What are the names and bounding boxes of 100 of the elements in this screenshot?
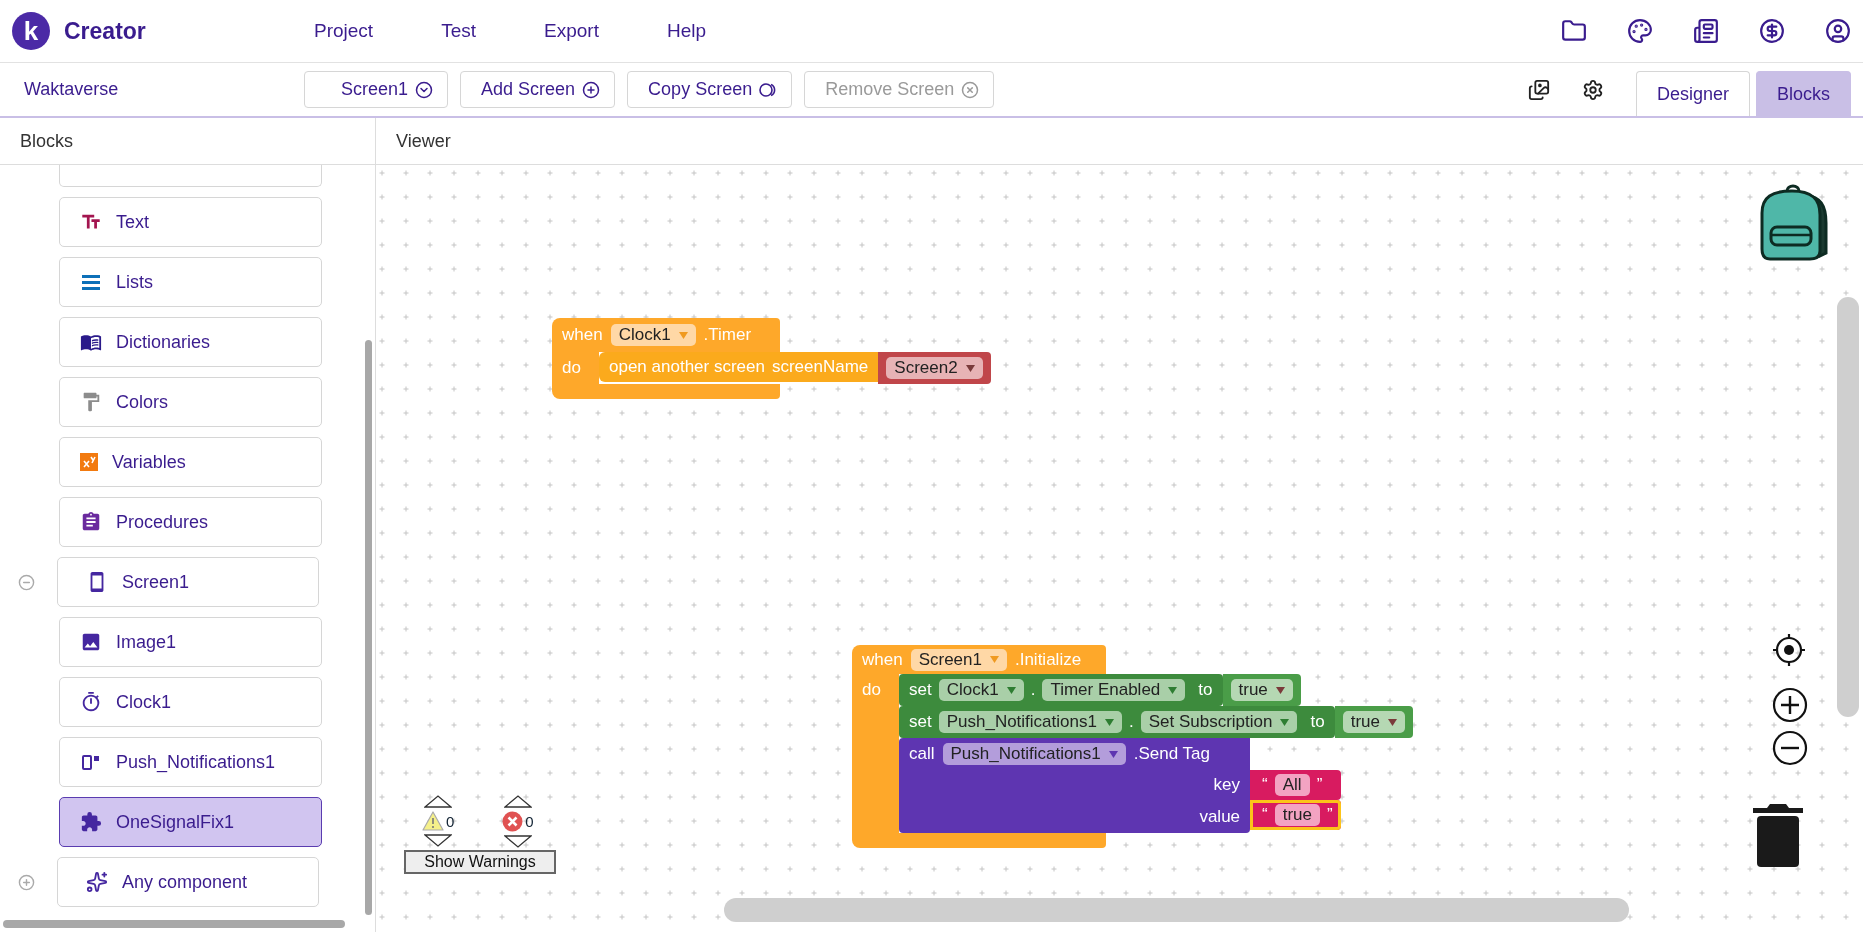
menu-item[interactable]: Help (666, 20, 706, 42)
plus-icon (582, 80, 601, 99)
event-block[interactable]: when Screen1 .Initialize (852, 645, 1106, 674)
chevron-down-icon (415, 80, 434, 99)
text-field[interactable]: true (1274, 804, 1320, 826)
scrollbar[interactable] (724, 898, 1629, 922)
method-block[interactable]: call Push_Notifications1 .Send Tag key value (899, 738, 1251, 833)
trash-icon[interactable] (1752, 802, 1804, 868)
scrollbar[interactable] (3, 920, 345, 928)
palette-item[interactable]: Image1 (59, 617, 322, 667)
caret-icon (1387, 718, 1397, 726)
palette-item[interactable]: Colors (59, 377, 322, 427)
socket-label: value (1199, 806, 1241, 827)
project-name: Waktaverse (24, 79, 120, 100)
up-arrow-icon[interactable] (424, 795, 453, 808)
palette-item[interactable]: Text (59, 197, 322, 247)
block-label: .Send Tag (1133, 744, 1212, 764)
caret-icon (1168, 686, 1178, 694)
block-label: set (909, 712, 932, 732)
clipboard-icon (80, 511, 102, 533)
image-icon (80, 631, 102, 653)
dropdown-field[interactable]: Push_Notifications1 (938, 711, 1122, 733)
caret-icon (965, 364, 975, 372)
toolbar-button[interactable]: Add Screen (460, 71, 616, 108)
block-label: call (909, 744, 935, 764)
view-tab[interactable]: Blocks (1756, 71, 1851, 116)
boolean-block[interactable]: true (1334, 706, 1413, 738)
scrollbar[interactable] (1837, 297, 1859, 717)
setter-block[interactable]: set Push_Notifications1 . Set Subscription to (899, 706, 1335, 738)
down-arrow-icon[interactable] (424, 834, 453, 847)
puzzle-icon (80, 811, 102, 833)
recenter-icon[interactable] (1771, 632, 1807, 668)
palette-item[interactable]: Push_Notifications1 (59, 737, 322, 787)
view-tab[interactable]: Designer (1635, 71, 1750, 116)
quote-mark: “ (1262, 805, 1268, 825)
string-block[interactable]: “ true ” (1250, 800, 1341, 830)
panel-title: Blocks (20, 130, 73, 152)
setter-block[interactable]: set Clock1 . Timer Enabled to (899, 674, 1223, 706)
newspaper-icon[interactable] (1693, 18, 1719, 44)
caret-icon (1280, 718, 1290, 726)
quote-mark: ” (1327, 805, 1333, 825)
menu-item[interactable]: Test (441, 20, 476, 42)
error-count: 0 (525, 813, 534, 830)
zoom-out-icon[interactable] (1772, 730, 1808, 766)
caret-icon (678, 331, 688, 339)
palette-item[interactable]: Clock1 (59, 677, 322, 727)
block-label: . (1030, 680, 1036, 700)
down-arrow-icon[interactable] (504, 835, 532, 848)
dropdown-field[interactable]: true (1230, 679, 1293, 701)
block-label: .Timer (703, 325, 752, 345)
screen-name-block[interactable]: Screen2 (878, 352, 991, 384)
block-label: to (1198, 680, 1213, 700)
toolbar-button[interactable]: Copy Screen (627, 71, 793, 108)
dropdown-field[interactable]: Timer Enabled (1042, 679, 1186, 701)
show-warnings-button[interactable]: Show Warnings (404, 850, 556, 874)
palette-item[interactable]: Dictionaries (59, 317, 322, 367)
folder-icon[interactable] (1561, 18, 1587, 44)
block-label: . (1128, 712, 1134, 732)
block-label: open another screen (609, 357, 765, 377)
palette-item[interactable]: OneSignalFix1 (59, 797, 322, 847)
text-field[interactable]: All (1274, 774, 1310, 796)
block-label: do (562, 358, 581, 377)
zoom-in-icon[interactable] (1772, 687, 1808, 723)
palette-item[interactable]: Screen1 (57, 557, 319, 607)
palette-item[interactable]: Lists (59, 257, 322, 307)
palette-icon[interactable] (1627, 18, 1653, 44)
dropdown-field[interactable]: Clock1 (610, 324, 696, 346)
logo: k (12, 12, 50, 50)
dropdown-field[interactable]: Screen1 (910, 648, 1007, 671)
string-block[interactable]: “ All ” (1250, 770, 1341, 800)
menu-item[interactable]: Export (544, 20, 599, 42)
error-icon (502, 811, 524, 832)
timer-icon (80, 691, 102, 713)
quote-mark: “ (1262, 775, 1268, 795)
screen-dropdown[interactable]: Screen1 (304, 71, 449, 108)
up-arrow-icon[interactable] (504, 795, 532, 808)
menu-item[interactable]: Project (314, 20, 374, 42)
dropdown-field[interactable]: Clock1 (938, 679, 1024, 701)
warning-icon (422, 811, 444, 831)
dropdown-field[interactable]: Push_Notifications1 (942, 743, 1126, 765)
palette-item[interactable]: Procedures (59, 497, 322, 547)
settings-icon[interactable] (1581, 78, 1604, 101)
gallery-icon[interactable] (1527, 78, 1550, 101)
palette-item[interactable]: Any component (57, 857, 319, 907)
socket-label: key (1213, 775, 1241, 795)
dollar-icon[interactable] (1759, 18, 1785, 44)
sparkles-icon (86, 871, 108, 893)
event-block[interactable]: when Clock1 .Timer (552, 318, 780, 352)
dropdown-field[interactable]: Screen2 (886, 357, 983, 379)
dropdown-field[interactable]: true (1342, 711, 1405, 733)
boolean-block[interactable]: true (1222, 674, 1301, 706)
block-label: to (1310, 712, 1325, 732)
scrollbar[interactable] (365, 340, 372, 915)
copy-icon (759, 81, 778, 98)
warning-count: 0 (446, 812, 455, 830)
dropdown-field[interactable]: Set Subscription (1140, 711, 1298, 733)
user-icon[interactable] (1825, 18, 1851, 44)
block-label: do (862, 680, 881, 699)
app-name: Creator (64, 17, 147, 45)
palette-item[interactable]: Variables (59, 437, 322, 487)
